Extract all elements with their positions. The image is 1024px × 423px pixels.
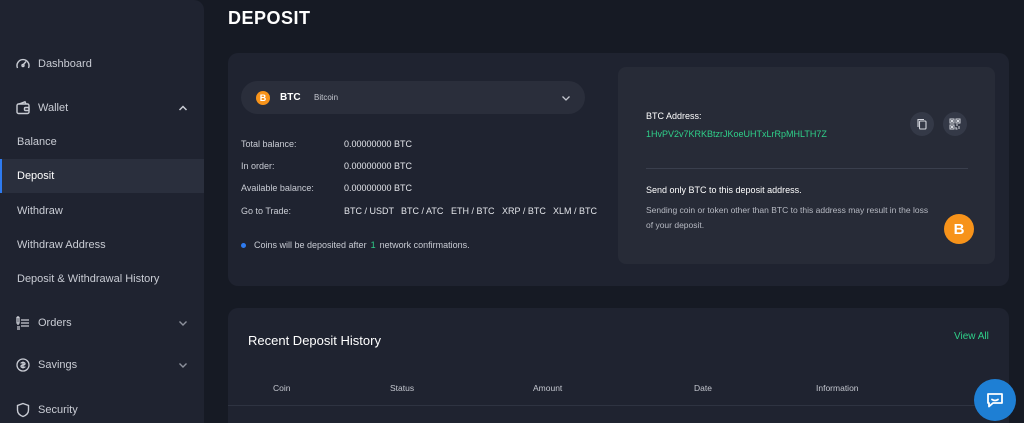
sidebar-item-orders[interactable]: Orders	[0, 306, 204, 340]
sidebar-item-wallet[interactable]: Wallet	[0, 91, 204, 125]
deposit-card: B BTC Bitcoin Total balance: 0.00000000 …	[228, 53, 1009, 286]
sidebar-item-history[interactable]: Deposit & Withdrawal History	[0, 262, 204, 296]
chevron-down-icon[interactable]	[178, 318, 188, 328]
sidebar-item-label: Wallet	[38, 102, 69, 114]
history-card: Recent Deposit History View All Coin Sta…	[228, 308, 1009, 423]
history-title: Recent Deposit History	[248, 333, 381, 348]
sidebar-item-label: Deposit	[17, 170, 55, 182]
trade-link-xlm-btc[interactable]: XLM / BTC	[553, 206, 597, 216]
qr-code-icon	[949, 118, 961, 130]
copy-address-button[interactable]	[910, 112, 934, 136]
qr-code-button[interactable]	[943, 112, 967, 136]
chevron-down-icon	[562, 96, 570, 101]
address-warning: Send only BTC to this deposit address.	[646, 185, 802, 195]
chevron-down-icon[interactable]	[178, 360, 188, 370]
view-all-link[interactable]: View All	[954, 331, 989, 342]
copy-icon	[917, 118, 927, 130]
column-header-amount: Amount	[533, 383, 563, 393]
address-panel: BTC Address: 1HvPV2v7KRKBtzrJKoeUHTxLrRp…	[618, 67, 995, 264]
sidebar-item-withdraw-address[interactable]: Withdraw Address	[0, 228, 204, 262]
dashboard-icon	[16, 58, 30, 69]
sidebar-item-label: Withdraw	[17, 205, 63, 217]
total-balance-value: 0.00000000 BTC	[344, 139, 413, 149]
btc-coin-icon: B	[256, 91, 270, 105]
available-balance-label: Available balance:	[241, 183, 314, 193]
address-divider	[646, 168, 968, 169]
address-label: BTC Address:	[646, 111, 702, 121]
in-order-label: In order:	[241, 161, 275, 171]
wallet-icon	[16, 100, 30, 115]
sidebar-item-label: Dashboard	[38, 58, 92, 70]
chevron-up-icon[interactable]	[178, 103, 188, 113]
sidebar-item-label: Security	[38, 404, 78, 416]
sidebar-item-label: Orders	[38, 317, 72, 329]
total-balance-label: Total balance:	[241, 139, 297, 149]
column-header-date: Date	[694, 383, 712, 393]
note-prefix: Coins will be deposited after	[254, 240, 367, 250]
coin-symbol: BTC	[280, 92, 301, 103]
column-header-coin: Coin	[273, 383, 291, 393]
confirmation-note: Coins will be deposited after 1 network …	[241, 240, 470, 250]
info-dot-icon	[241, 242, 246, 248]
trade-link-btc-usdt[interactable]: BTC / USDT	[344, 206, 394, 216]
sidebar-item-label: Savings	[38, 359, 78, 371]
sidebar-item-dashboard[interactable]: Dashboard	[0, 47, 204, 81]
in-order-value: 0.00000000 BTC	[344, 161, 413, 171]
sidebar-item-withdraw[interactable]: Withdraw	[0, 194, 204, 228]
note-suffix: network confirmations.	[379, 240, 470, 250]
sidebar-item-savings[interactable]: Savings	[0, 348, 204, 382]
bitcoin-logo-icon: B	[944, 214, 974, 244]
history-header-divider	[228, 405, 1009, 406]
sidebar-item-label: Balance	[17, 136, 57, 148]
sidebar: Dashboard Wallet Balance Deposit Withdra…	[0, 0, 204, 423]
trade-link-btc-atc[interactable]: BTC / ATC	[401, 206, 443, 216]
address-description: Sending coin or token other than BTC to …	[646, 205, 929, 230]
address-value[interactable]: 1HvPV2v7KRKBtzrJKoeUHTxLrRpMHLTH7Z	[646, 129, 827, 139]
orders-icon	[16, 316, 29, 330]
sidebar-item-security[interactable]: Security	[0, 393, 204, 423]
chat-support-button[interactable]	[974, 379, 1016, 421]
trade-link-eth-btc[interactable]: ETH / BTC	[451, 206, 495, 216]
column-header-information: Information	[816, 383, 859, 393]
sidebar-item-deposit[interactable]: Deposit	[0, 159, 204, 193]
sidebar-item-balance[interactable]: Balance	[0, 125, 204, 159]
coin-name: Bitcoin	[314, 93, 339, 102]
page-title: DEPOSIT	[228, 8, 311, 28]
chat-icon	[987, 393, 1003, 408]
sidebar-item-label: Withdraw Address	[17, 239, 106, 251]
trade-link-xrp-btc[interactable]: XRP / BTC	[502, 206, 546, 216]
confirmation-count: 1	[370, 240, 376, 250]
coin-select[interactable]: B BTC Bitcoin	[241, 81, 585, 114]
available-balance-value: 0.00000000 BTC	[344, 183, 413, 193]
sidebar-item-label: Deposit & Withdrawal History	[17, 273, 160, 285]
go-to-trade-label: Go to Trade:	[241, 206, 292, 216]
savings-icon	[16, 358, 30, 372]
column-header-status: Status	[390, 383, 415, 393]
shield-icon	[16, 402, 30, 418]
